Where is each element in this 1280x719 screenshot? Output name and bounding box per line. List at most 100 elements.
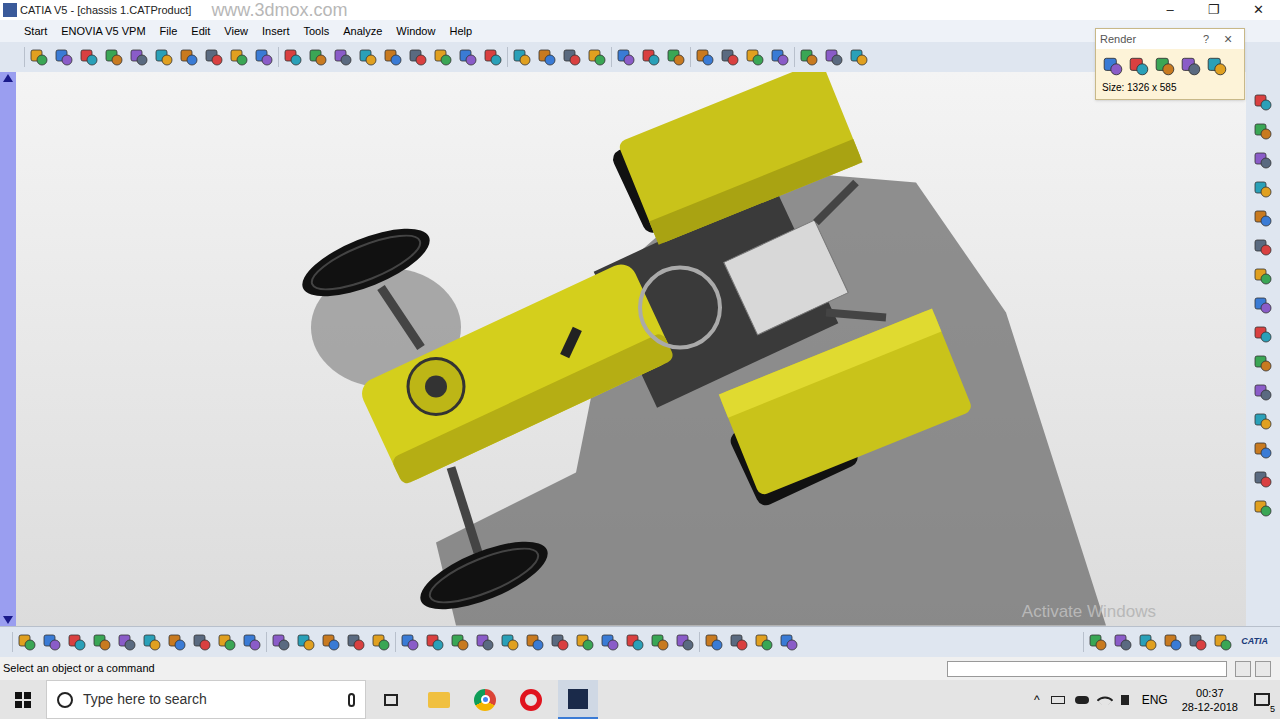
tool-icon[interactable] (346, 632, 366, 652)
tool-icon[interactable] (1253, 411, 1273, 431)
tool-icon[interactable] (42, 632, 62, 652)
window-control[interactable]: – (1148, 0, 1192, 20)
tool-icon[interactable] (1253, 266, 1273, 286)
tool-icon[interactable] (512, 47, 532, 67)
tool-icon[interactable] (192, 632, 212, 652)
tool-icon[interactable] (824, 47, 844, 67)
help-button[interactable]: ? (1196, 31, 1216, 48)
tool-icon[interactable] (500, 632, 520, 652)
tool-icon[interactable] (204, 47, 224, 67)
tool-icon[interactable] (167, 632, 187, 652)
tool-icon[interactable] (79, 47, 99, 67)
tool-icon[interactable] (745, 47, 765, 67)
tool-icon[interactable] (1253, 498, 1273, 518)
tool-icon[interactable] (1253, 440, 1273, 460)
start-button[interactable] (0, 680, 46, 719)
tool-icon[interactable] (1163, 632, 1183, 652)
wifi-icon[interactable] (1096, 691, 1113, 708)
tool-icon[interactable] (400, 632, 420, 652)
window-control[interactable]: ✕ (1236, 0, 1280, 20)
menu-item[interactable]: File (160, 23, 178, 40)
tool-icon[interactable] (562, 47, 582, 67)
tool-icon[interactable] (625, 632, 645, 652)
tool-icon[interactable] (729, 632, 749, 652)
tool-icon[interactable] (1088, 632, 1108, 652)
tool-icon[interactable] (1128, 55, 1150, 77)
tool-icon[interactable] (92, 632, 112, 652)
tractor-model-icon[interactable] (16, 72, 1246, 626)
tool-icon[interactable] (67, 632, 87, 652)
tool-icon[interactable] (600, 632, 620, 652)
tool-icon[interactable] (1253, 295, 1273, 315)
chrome-icon[interactable] (474, 689, 496, 711)
tool-icon[interactable] (242, 632, 262, 652)
tool-icon[interactable] (799, 47, 819, 67)
tool-icon[interactable] (371, 632, 391, 652)
tool-icon[interactable] (675, 632, 695, 652)
tool-icon[interactable] (1253, 92, 1273, 112)
menu-item[interactable]: Start (24, 23, 47, 40)
tool-icon[interactable] (142, 632, 162, 652)
tray-chevron[interactable]: ^ (1034, 691, 1040, 709)
tool-icon[interactable] (704, 632, 724, 652)
scroll-down-icon[interactable] (3, 616, 13, 624)
tool-icon[interactable] (229, 47, 249, 67)
menu-item[interactable]: Window (396, 23, 435, 40)
tool-icon[interactable] (458, 47, 478, 67)
tool-icon[interactable] (1206, 55, 1228, 77)
tool-icon[interactable] (104, 47, 124, 67)
render-panel[interactable]: Render?×Size: 1326 x 585 (1095, 28, 1245, 100)
volume-icon[interactable] (1121, 695, 1129, 705)
tool-icon[interactable] (308, 47, 328, 67)
tool-icon[interactable] (1253, 237, 1273, 257)
tool-icon[interactable] (283, 47, 303, 67)
tool-icon[interactable] (271, 632, 291, 652)
clock[interactable]: 00:3728-12-2018 (1182, 686, 1238, 714)
tool-icon[interactable] (483, 47, 503, 67)
cloud-icon[interactable] (1075, 696, 1089, 704)
close-button[interactable]: × (1216, 29, 1240, 50)
tool-icon[interactable] (1253, 353, 1273, 373)
tool-icon[interactable] (179, 47, 199, 67)
tool-icon[interactable] (1180, 55, 1202, 77)
microphone-icon[interactable] (348, 693, 355, 707)
tool-icon[interactable] (616, 47, 636, 67)
tool-icon[interactable] (695, 47, 715, 67)
battery-icon[interactable] (1051, 696, 1065, 704)
menu-item[interactable]: Analyze (343, 23, 382, 40)
tool-icon[interactable] (54, 47, 74, 67)
status-icon[interactable] (1255, 661, 1271, 677)
menu-item[interactable]: Insert (262, 23, 290, 40)
tool-icon[interactable] (537, 47, 557, 67)
scrollbar[interactable] (0, 72, 16, 626)
tool-icon[interactable] (154, 47, 174, 67)
tool-icon[interactable] (358, 47, 378, 67)
tool-icon[interactable] (333, 47, 353, 67)
tool-icon[interactable] (770, 47, 790, 67)
menu-item[interactable]: Edit (191, 23, 210, 40)
tool-icon[interactable] (475, 632, 495, 652)
menu-item[interactable]: Tools (303, 23, 329, 40)
tool-icon[interactable] (1154, 55, 1176, 77)
tool-icon[interactable] (1253, 324, 1273, 344)
tool-icon[interactable] (254, 47, 274, 67)
task-view-icon[interactable] (384, 694, 398, 706)
tool-icon[interactable] (1253, 208, 1273, 228)
tool-icon[interactable] (525, 632, 545, 652)
scroll-up-icon[interactable] (3, 74, 13, 82)
tool-icon[interactable] (450, 632, 470, 652)
tool-icon[interactable] (779, 632, 799, 652)
menu-item[interactable]: ENOVIA V5 VPM (61, 23, 145, 40)
tool-icon[interactable] (1253, 382, 1273, 402)
tool-icon[interactable] (296, 632, 316, 652)
tool-icon[interactable] (550, 632, 570, 652)
tool-icon[interactable] (129, 47, 149, 67)
language[interactable]: ENG (1142, 691, 1168, 709)
tool-icon[interactable] (117, 632, 137, 652)
tool-icon[interactable] (1138, 632, 1158, 652)
notifications[interactable]: 5 (1244, 680, 1280, 719)
menu-item[interactable]: Help (449, 23, 472, 40)
tool-icon[interactable] (754, 632, 774, 652)
tool-icon[interactable] (29, 47, 49, 67)
tool-icon[interactable] (1113, 632, 1133, 652)
